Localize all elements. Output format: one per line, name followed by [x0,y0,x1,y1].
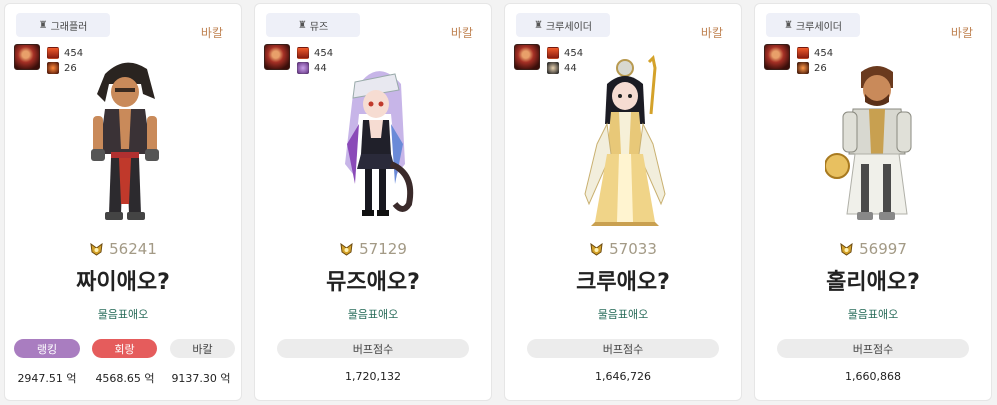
server-label: 바칼 [700,26,723,40]
character-name: 뮤즈애오? [326,270,420,295]
item-level-icon [797,47,809,59]
character-card-4[interactable]: ♜ 크루세이더 바칼 454 26 56997 홀리애오? 물음표애오 버프점수 … [754,3,992,401]
character-portrait-icon [514,44,540,70]
job-badge: ♜ 뮤즈 [266,13,360,37]
ranking-value: 2947.51 억 [17,372,77,385]
fame-score: 56241 [5,240,241,258]
ranking-badge: 랭킹 [14,339,80,358]
fame-score: 57129 [255,240,491,258]
job-icon: ♜ [297,19,307,31]
buff-score-badge: 버프점수 [527,339,719,358]
job-label: 그래플러 [50,21,88,33]
character-name: 홀리애오? [826,270,920,295]
buff-score-badge: 버프점수 [777,339,969,358]
job-badge: ♜ 그래플러 [16,13,110,37]
character-name: 크루애오? [576,270,670,295]
job-badge: ♜ 크루세이더 [516,13,610,37]
buff-score-value: 1,660,868 [845,370,901,383]
character-sprite [91,62,159,220]
guild-name[interactable]: 물음표애오 [255,306,491,322]
item-level-icon [47,47,59,59]
creature-icon [297,62,309,74]
job-label: 크루세이더 [795,21,842,33]
job-icon: ♜ [38,19,48,31]
server-label: 바칼 [450,26,473,40]
character-sprite [825,66,912,220]
character-card-1[interactable]: ♜ 그래플러 바칼 454 26 56241 짜이애오? 물음표애오 랭킹 회랑 … [4,3,242,401]
item-level-icon [547,47,559,59]
bakal-badge: 바칼 [170,339,235,358]
fame-medal-icon [590,242,603,256]
character-name: 짜이애오? [76,270,170,295]
fame-score: 57033 [505,240,741,258]
corridor-value: 4568.65 억 [95,372,155,385]
job-icon: ♜ [784,19,793,31]
job-label: 크루세이더 [545,21,592,33]
creature-icon [797,62,809,74]
buff-score-value: 1,646,726 [595,370,651,383]
server-label: 바칼 [950,26,973,40]
character-sprite [584,54,666,226]
fame-medal-icon [90,242,103,256]
bakal-value: 9137.30 억 [171,372,231,385]
character-sprite [345,71,414,216]
job-badge: ♜ 크루세이더 [766,13,860,37]
job-icon: ♜ [534,19,543,31]
guild-name[interactable]: 물음표애오 [755,306,991,322]
character-card-3[interactable]: ♜ 크루세이더 바칼 454 44 57033 크루애오? 물음표애오 버프점수 … [504,3,742,401]
creature-icon [47,62,59,74]
job-label: 뮤즈 [309,21,329,33]
guild-name[interactable]: 물음표애오 [505,306,741,322]
buff-score-value: 1,720,132 [345,370,401,383]
creature-icon [547,62,559,74]
character-portrait-icon [264,44,290,70]
item-level-icon [297,47,309,59]
fame-medal-icon [840,242,853,256]
guild-name[interactable]: 물음표애오 [5,306,241,322]
fame-score: 56997 [755,240,991,258]
server-label: 바칼 [200,26,223,40]
corridor-badge: 회랑 [92,339,157,358]
character-portrait-icon [14,44,40,70]
buff-score-badge: 버프점수 [277,339,469,358]
character-card-2[interactable]: ♜ 뮤즈 바칼 454 44 57129 뮤즈애오? 물음표애오 버프점수 1,7… [254,3,492,401]
fame-medal-icon [340,242,353,256]
character-portrait-icon [764,44,790,70]
